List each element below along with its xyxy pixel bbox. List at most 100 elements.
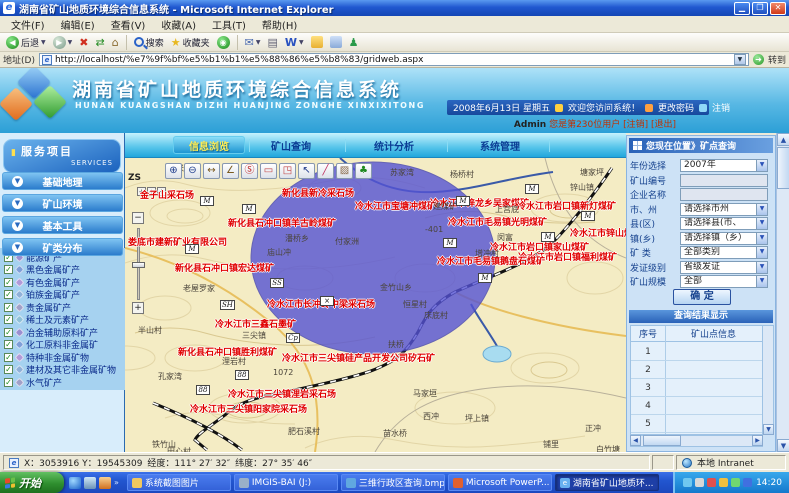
antivirus-icon[interactable]: [707, 478, 716, 487]
home-button[interactable]: ⌂: [110, 34, 121, 51]
mine-point-marker[interactable]: M: [541, 232, 555, 242]
layer-item[interactable]: ✓建材及其它非金属矿物: [4, 364, 116, 376]
change-password-link[interactable]: 更改密码: [658, 101, 694, 114]
layer-item[interactable]: ✓特种非金属矿物: [4, 351, 89, 363]
exit-bracket-link[interactable]: [退出]: [651, 120, 676, 130]
layer-checkbox[interactable]: ✓: [4, 353, 13, 362]
discuss-button[interactable]: [328, 34, 344, 51]
layer-checkbox[interactable]: ✓: [4, 290, 13, 299]
stop-button[interactable]: ✖: [77, 34, 90, 51]
chevron-down-icon[interactable]: ▼: [756, 247, 767, 258]
layer-checkbox[interactable]: ✓: [4, 378, 13, 387]
forward-button[interactable]: ▶▼: [51, 34, 75, 51]
network-icon[interactable]: [683, 478, 692, 487]
layer-checkbox[interactable]: ✓: [4, 340, 13, 349]
city-select[interactable]: 请选择市州▼: [680, 203, 768, 216]
sidebar-section-矿山环境[interactable]: 矿山环境▼: [2, 194, 123, 212]
layer-checkbox[interactable]: ✓: [4, 303, 13, 312]
hscroll-thumb[interactable]: [643, 435, 681, 446]
layer-item[interactable]: ✓有色金属矿产: [4, 276, 80, 288]
layer-checkbox[interactable]: ✓: [4, 365, 13, 374]
mine-point-marker[interactable]: SS: [270, 278, 284, 288]
ime-icon[interactable]: [731, 478, 740, 487]
stop-tool[interactable]: Ⓢ: [241, 163, 258, 179]
taskbar-task[interactable]: IMGIS-BAI (J:): [234, 474, 338, 491]
pan-tool[interactable]: ↔: [203, 163, 220, 179]
zoom-out-tool[interactable]: ⊖: [184, 163, 201, 179]
table-row[interactable]: 3: [631, 379, 762, 397]
layer-checkbox[interactable]: ✓: [4, 265, 13, 274]
tab-系统管理[interactable]: 系统管理: [464, 136, 536, 154]
zoom-slider-thumb[interactable]: [132, 262, 145, 268]
taskbar-task[interactable]: e湖南省矿山地质环...: [555, 474, 659, 491]
tab-统计分析[interactable]: 统计分析: [358, 136, 430, 154]
layer-item[interactable]: ✓黑色金属矿产: [4, 264, 80, 276]
mine-point-marker[interactable]: M: [443, 238, 457, 248]
mine-scale-select[interactable]: 全部▼: [680, 275, 768, 288]
menu-item[interactable]: 编辑(E): [54, 16, 102, 33]
table-row[interactable]: 1: [631, 343, 762, 361]
edit-button[interactable]: W▼: [283, 34, 306, 51]
page-scroll-down-button[interactable]: ▼: [777, 439, 789, 452]
draw-line-tool[interactable]: ╱: [317, 163, 334, 179]
safety-icon[interactable]: [743, 478, 752, 487]
mine-point-marker[interactable]: SH: [220, 300, 235, 310]
taskbar-task[interactable]: Microsoft PowerP...: [448, 474, 552, 491]
messenger-button[interactable]: ♟: [347, 34, 361, 51]
mine-point-marker[interactable]: Cp: [286, 333, 300, 343]
go-button[interactable]: 转到: [768, 53, 786, 66]
chevron-down-icon[interactable]: ▼: [756, 276, 767, 287]
zoom-slider-plus-button[interactable]: +: [132, 302, 144, 314]
mine-point-marker[interactable]: 88: [235, 370, 249, 380]
quick-launch-media-icon[interactable]: [99, 477, 111, 489]
scroll-right-icon[interactable]: ▶: [752, 435, 763, 446]
start-button[interactable]: 开始: [0, 472, 64, 493]
quick-launch-overflow-chevron[interactable]: »: [114, 478, 119, 487]
page-scroll-thumb[interactable]: [777, 147, 789, 189]
search-button[interactable]: 搜索: [132, 34, 166, 51]
mine-point-marker[interactable]: M: [456, 196, 470, 206]
town-select[interactable]: 请选择镇（乡）▼: [680, 232, 768, 245]
media-button[interactable]: ◉: [215, 34, 232, 51]
layer-item[interactable]: ✓化工原料非金属矿: [4, 339, 98, 351]
menu-item[interactable]: 帮助(H): [255, 16, 304, 33]
layer-tree-tool[interactable]: ♣: [355, 163, 372, 179]
layer-item[interactable]: ✓水气矿产: [4, 376, 62, 388]
identify-tool[interactable]: ↖: [298, 163, 315, 179]
mine-point-marker[interactable]: M: [242, 204, 256, 214]
zoom-in-tool[interactable]: ⊕: [165, 163, 182, 179]
layer-checkbox[interactable]: ✓: [4, 278, 13, 287]
mine-point-marker[interactable]: M: [581, 211, 595, 221]
clear-select-tool[interactable]: ◳: [279, 163, 296, 179]
county-select[interactable]: 请选择县(市、▼: [680, 217, 768, 230]
layer-item[interactable]: ✓冶金辅助原料矿产: [4, 326, 98, 338]
refresh-button[interactable]: ⇄: [93, 34, 106, 51]
sidebar-section-基本工具[interactable]: 基本工具▼: [2, 216, 123, 234]
logout-bracket-link[interactable]: [注销]: [623, 120, 648, 130]
minimize-button[interactable]: ▁: [734, 2, 750, 15]
volume-icon[interactable]: [695, 478, 704, 487]
company-name-field[interactable]: [680, 188, 768, 201]
mine-point-marker[interactable]: M: [525, 184, 539, 194]
license-level-select[interactable]: 省级发证▼: [680, 261, 768, 274]
select-rect-tool[interactable]: ▭: [260, 163, 277, 179]
mine-point-marker[interactable]: 88: [196, 385, 210, 395]
page-scroll-up-button[interactable]: ▲: [777, 133, 789, 146]
table-row[interactable]: 2: [631, 361, 762, 379]
table-row[interactable]: 4: [631, 397, 762, 415]
close-button[interactable]: ✕: [770, 2, 786, 15]
layer-checkbox[interactable]: ✓: [4, 315, 13, 324]
menu-item[interactable]: 查看(V): [104, 16, 153, 33]
maximize-button[interactable]: ❐: [752, 2, 768, 15]
mine-id-field[interactable]: [680, 174, 768, 187]
confirm-button[interactable]: 确 定: [673, 289, 731, 305]
table-row[interactable]: 5: [631, 415, 762, 433]
year-select[interactable]: 2007年▼: [680, 159, 768, 172]
mine-point-marker[interactable]: M: [478, 273, 492, 283]
show-desktop-icon[interactable]: [84, 477, 96, 489]
chevron-down-icon[interactable]: ▼: [756, 218, 767, 229]
mine-point-marker[interactable]: ×: [320, 296, 334, 306]
address-dropdown[interactable]: ▼: [734, 54, 746, 65]
taskbar-task[interactable]: 系统截图图片: [127, 474, 231, 491]
page-scrollbar[interactable]: ▲ ▼: [776, 133, 789, 452]
